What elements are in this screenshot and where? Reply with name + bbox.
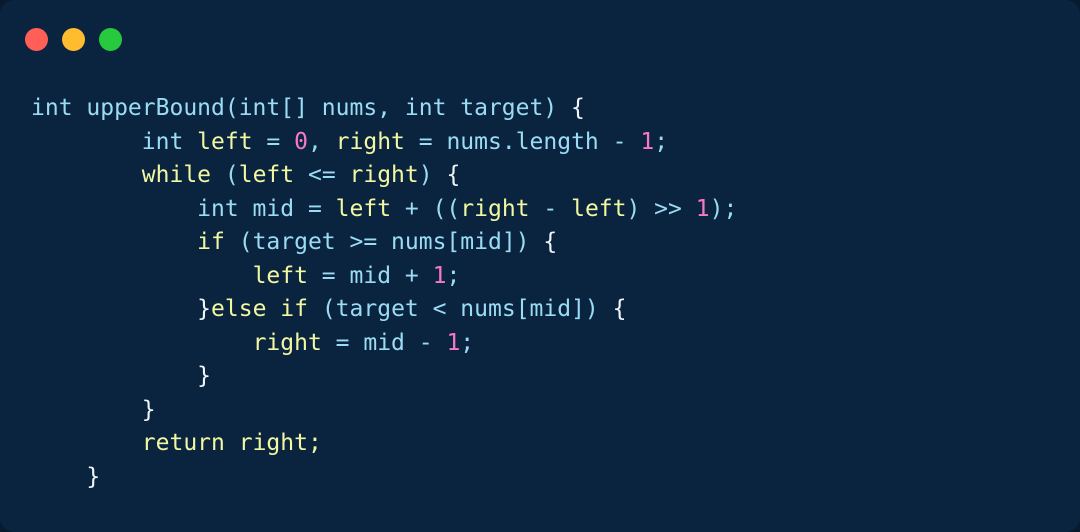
code-token-def: ( bbox=[211, 162, 239, 188]
code-line: return right; bbox=[31, 427, 1080, 461]
code-token-brace: { bbox=[543, 229, 558, 255]
code-token-kw: if bbox=[280, 296, 308, 322]
minimize-button-icon[interactable] bbox=[62, 27, 85, 51]
code-token-def: = bbox=[252, 128, 295, 155]
code-token-def: = mid - bbox=[321, 329, 447, 356]
code-token-kw: while bbox=[141, 162, 212, 188]
zoom-button-icon[interactable] bbox=[99, 27, 122, 51]
code-token-brace: { bbox=[571, 95, 585, 121]
code-line: } bbox=[31, 461, 1080, 495]
code-token-def: int bbox=[141, 128, 198, 155]
code-token-def: int mid = bbox=[197, 195, 336, 222]
code-token-def: ; bbox=[460, 329, 475, 356]
code-token-def bbox=[225, 430, 239, 456]
code-token-brace: } bbox=[86, 463, 101, 490]
code-line: int upperBound(int[] nums, int target) { bbox=[31, 92, 1080, 126]
code-line: int mid = left + ((right - left) >> 1); bbox=[31, 193, 1080, 227]
code-token-kw: right bbox=[460, 195, 530, 222]
code-token-kw: left bbox=[197, 128, 253, 155]
code-line: left = mid + 1; bbox=[31, 260, 1080, 294]
code-token-kw: return bbox=[141, 430, 225, 456]
code-token-num: 1 bbox=[695, 195, 710, 222]
window-titlebar bbox=[0, 0, 1080, 78]
code-token-def: = nums.length - bbox=[404, 128, 641, 155]
code-block: int upperBound(int[] nums, int target) {… bbox=[31, 92, 1080, 494]
code-token-kw: left bbox=[335, 195, 392, 222]
code-token-kw: left bbox=[252, 262, 308, 289]
code-line: if (target >= nums[mid]) { bbox=[31, 226, 1080, 260]
code-token-brace: { bbox=[612, 296, 627, 322]
code-token-def bbox=[266, 296, 280, 322]
code-token-kw: if bbox=[197, 229, 225, 255]
code-line: } bbox=[31, 360, 1080, 394]
code-token-kw: left bbox=[571, 195, 627, 222]
code-token-def: ) bbox=[418, 162, 447, 188]
code-token-num: 1 bbox=[640, 128, 655, 155]
code-token-def: - bbox=[529, 195, 572, 222]
code-token-def: ; bbox=[654, 128, 669, 155]
code-token-kw: left bbox=[238, 162, 295, 188]
code-token-def: (target >= nums[mid]) bbox=[224, 229, 544, 255]
code-line: int left = 0, right = nums.length - 1; bbox=[31, 126, 1080, 160]
code-token-def: = mid + bbox=[307, 262, 433, 289]
code-token-def: ; bbox=[446, 262, 461, 289]
code-token-def: , bbox=[307, 128, 336, 155]
code-token-kw: right bbox=[349, 162, 419, 188]
code-token-kw: else bbox=[211, 296, 267, 322]
code-token-num: 1 bbox=[432, 262, 447, 289]
code-token-def: (target < nums[mid]) bbox=[307, 296, 613, 322]
code-token-kw: right; bbox=[238, 430, 322, 456]
code-token-def: + (( bbox=[391, 195, 461, 222]
code-token-def: <= bbox=[294, 162, 350, 188]
code-line: }else if (target < nums[mid]) { bbox=[31, 293, 1080, 327]
code-line: } bbox=[31, 394, 1080, 428]
code-token-def: ); bbox=[709, 195, 738, 222]
code-token-brace: } bbox=[197, 363, 212, 389]
code-token-num: 1 bbox=[446, 329, 461, 356]
code-token-brace: { bbox=[446, 162, 461, 188]
code-token-kw: right bbox=[252, 329, 322, 356]
code-token-brace: } bbox=[141, 396, 156, 423]
code-token-def: int upperBound(int[] nums, int target) bbox=[31, 95, 572, 121]
code-token-brace: } bbox=[197, 296, 212, 322]
code-line: while (left <= right) { bbox=[31, 159, 1080, 193]
code-token-num: 0 bbox=[294, 128, 308, 155]
code-snippet-window: int upperBound(int[] nums, int target) {… bbox=[0, 0, 1080, 532]
close-button-icon[interactable] bbox=[25, 27, 48, 51]
code-token-def: ) >> bbox=[626, 195, 696, 222]
code-line: right = mid - 1; bbox=[31, 327, 1080, 361]
code-token-kw: right bbox=[335, 128, 405, 155]
